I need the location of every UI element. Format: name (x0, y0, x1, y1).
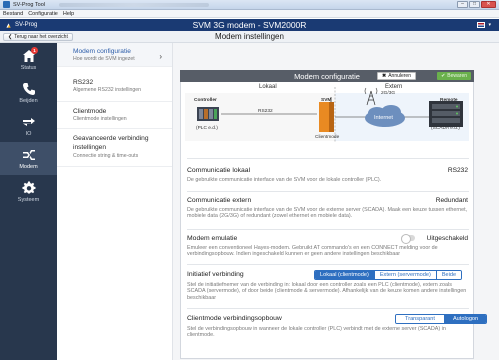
diagram-rs232-label: RS232 (258, 109, 273, 114)
lokaal-value[interactable]: RS232 (448, 167, 468, 174)
diagram-internet-label: Internet (374, 115, 393, 121)
header-title: SVM 3G modem - SVM2000R (192, 20, 307, 30)
option-lokaal-clientmode[interactable]: Lokaal (clientmode) (315, 271, 374, 279)
back-button[interactable]: ❮ Terug naar het overzicht (3, 32, 73, 41)
gear-icon (21, 180, 35, 194)
chevron-down-icon[interactable]: ▾ (488, 22, 491, 28)
emulatie-toggle[interactable] (401, 234, 415, 244)
divider (187, 264, 469, 265)
status-badge: 1 (31, 47, 38, 54)
menu-configuratie[interactable]: Configuratie (28, 11, 58, 17)
diagram-plc-label: (PLC e.d.) (196, 126, 218, 131)
save-label: Bewaren (447, 73, 467, 79)
nav-subtitle: Hoe wordt de SVM ingezet (73, 56, 135, 62)
section-communicatie-extern: Communicatie extern Redundant De gebruik… (187, 197, 469, 220)
chevron-left-icon: ❮ (8, 33, 13, 40)
cancel-button[interactable]: ✖ Annuleren (377, 72, 416, 80)
section-modem-emulatie: Modem emulatie Uitgeschakeld Emuleer een… (187, 234, 469, 258)
section-title: Communicatie lokaal (187, 167, 251, 174)
left-rail: 1 Status Beijden IO Modem Systeem (0, 43, 57, 360)
nav-title: Geavanceerde verbinding instellingen (73, 135, 149, 151)
window-title: SV-Prog Tool (13, 1, 46, 8)
check-icon: ✔ (441, 73, 446, 79)
rail-label-io: IO (25, 130, 32, 137)
maximize-icon[interactable]: □ (469, 1, 480, 8)
diagram-extern-label: Extern (385, 84, 403, 90)
option-extern-servermode[interactable]: Extern (servermode) (373, 271, 436, 279)
diagram-lokaal-label: Lokaal (259, 84, 277, 90)
nav-item-rs232[interactable]: RS232 Algemene RS232 instellingen (57, 67, 172, 102)
titlebar-tabs-placeholder (59, 2, 210, 7)
menu-bestand[interactable]: Bestand (3, 11, 23, 17)
nav-item-geavanceerd[interactable]: Geavanceerde verbinding instellingen Con… (57, 129, 172, 167)
svm-device (319, 102, 329, 132)
rail-item-modem[interactable]: Modem (0, 142, 57, 175)
modem-icon (22, 149, 35, 160)
section-title: Communicatie extern (187, 197, 252, 204)
save-button[interactable]: ✔ Bewaren (437, 72, 471, 80)
section-communicatie-lokaal: Communicatie lokaal RS232 De gebruikte c… (187, 167, 469, 183)
diagram-remote-label: Remote (440, 98, 458, 103)
nav-item-clientmode[interactable]: Clientmode Clientmode instellingen (57, 102, 172, 129)
nav-item-modem-configuratie[interactable]: Modem configuratie Hoe wordt de SVM inge… (57, 43, 172, 67)
section-description: De gebruikte communicatie interface van … (187, 207, 468, 220)
panel-header: Modem configuratie ✖ Annuleren ✔ Bewaren (180, 70, 474, 82)
divider (187, 158, 469, 159)
section-description: Stel de verbindingsopbouw in wanneer de … (187, 326, 446, 339)
extern-value[interactable]: Redundant (436, 197, 468, 204)
app-header: SV-Prog SVM 3G modem - SVM2000R ▾ (0, 19, 499, 31)
initiatief-segmented-control: Lokaal (clientmode) Extern (servermode) … (314, 270, 463, 280)
diagram-clientmode-label: Clientmode (315, 135, 340, 140)
rail-label-systeem: Systeem (17, 196, 40, 203)
rail-label-beijden: Beijden (19, 97, 38, 104)
panel-title: Modem configuratie (294, 71, 360, 81)
language-flag-icon[interactable] (477, 22, 485, 28)
rail-item-beijden[interactable]: Beijden (0, 76, 57, 109)
clientmode-segmented-control: Transparant Autologon (395, 314, 488, 324)
rail-item-io[interactable]: IO (0, 109, 57, 142)
chevron-right-icon: › (159, 52, 162, 61)
close-icon: ✖ (382, 73, 387, 79)
window-titlebar: SV-Prog Tool – □ ✕ (0, 0, 499, 10)
nav-subtitle: Connectie string & time-outs (73, 153, 139, 159)
sub-header: ❮ Terug naar het overzicht Modem instell… (0, 31, 499, 43)
divider (187, 229, 469, 230)
divider (187, 308, 469, 309)
section-description: Emuleer een conventioneel Hayes-modem. G… (187, 245, 438, 258)
nav-title: RS232 (73, 79, 94, 86)
menu-help[interactable]: Help (63, 11, 74, 17)
page-title: Modem instellingen (215, 32, 284, 41)
nav-title: Modem configuratie (73, 48, 131, 55)
rail-label-modem: Modem (19, 163, 38, 170)
menubar: Bestand Configuratie Help (0, 10, 499, 18)
option-autologon[interactable]: Autologon (443, 315, 487, 323)
nav-subtitle: Algemene RS232 instellingen (73, 87, 142, 93)
diagram-svm-label: SVM (321, 98, 332, 103)
phone-icon (22, 82, 35, 95)
nav-title: Clientmode (73, 108, 107, 115)
rail-label-status: Status (20, 64, 37, 71)
close-icon[interactable]: ✕ (481, 1, 496, 8)
cancel-label: Annuleren (388, 73, 411, 79)
diagram-controller-label: Controller (194, 98, 217, 103)
app-icon (3, 1, 10, 8)
rail-item-status[interactable]: 1 Status (0, 43, 57, 76)
diagram-signal-label: 2G/3G (381, 91, 396, 96)
io-arrows-icon (22, 117, 35, 126)
divider (187, 191, 469, 192)
section-description: Stel de initiatiefnemer van de verbindin… (187, 282, 467, 301)
back-label: Terug naar het overzicht (14, 33, 68, 40)
nav-subtitle: Clientmode instellingen (73, 116, 127, 122)
minimize-icon[interactable]: – (457, 1, 468, 8)
option-transparant[interactable]: Transparant (396, 315, 444, 323)
window-controls: – □ ✕ (457, 1, 496, 8)
section-description: De gebruikte communicatie interface van … (187, 177, 382, 183)
rail-item-systeem[interactable]: Systeem (0, 175, 57, 208)
diagram-scada-label: (SCADA e.d.) (431, 126, 460, 131)
settings-nav: Modem configuratie Hoe wordt de SVM inge… (57, 43, 173, 360)
option-beide[interactable]: Beide (435, 271, 462, 279)
emulatie-value: Uitgeschakeld (426, 235, 468, 242)
